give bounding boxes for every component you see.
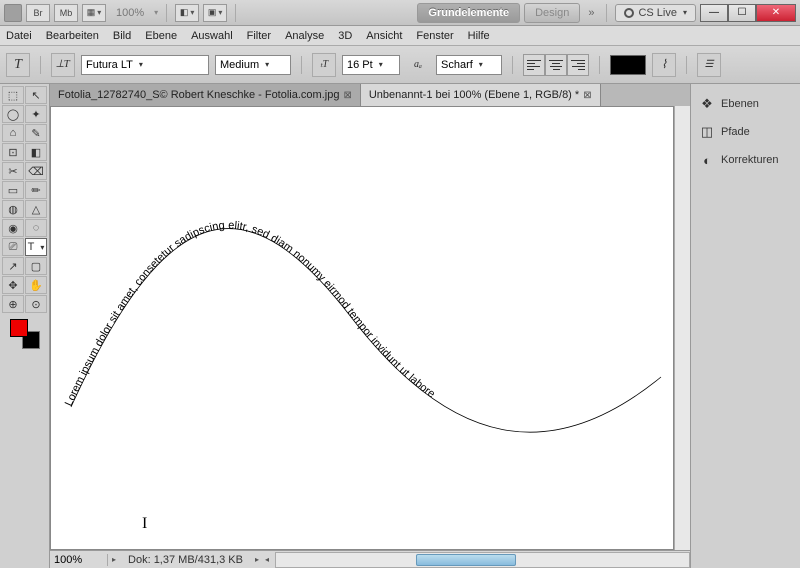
font-size-select[interactable]: 16 Pt (342, 55, 400, 75)
layers-icon: ❖ (699, 96, 715, 112)
bridge-button[interactable]: Br (26, 4, 50, 22)
tool-2[interactable]: ◯ (2, 105, 24, 123)
close-icon[interactable]: ⊠ (583, 90, 591, 101)
tool-6[interactable]: ⊡ (2, 143, 24, 161)
menu-bild[interactable]: Bild (113, 30, 131, 42)
menu-analyse[interactable]: Analyse (285, 30, 324, 42)
warp-button[interactable]: ⌇ (652, 53, 676, 77)
panel-korrekturen[interactable]: ◐Korrekturen (691, 146, 800, 174)
vertical-scrollbar[interactable] (674, 106, 690, 550)
maximize-button[interactable]: ☐ (728, 4, 756, 22)
right-panels: ❖Ebenen ◫Pfade ◐Korrekturen (690, 84, 800, 568)
align-left-button[interactable] (523, 54, 545, 76)
tool-17[interactable]: T (25, 238, 47, 256)
status-docinfo: Dok: 1,37 MB/431,3 KB (120, 554, 251, 566)
orientation-button[interactable]: ⟂T (51, 53, 75, 77)
document-tabs: Fotolia_12782740_S© Robert Kneschke - Fo… (50, 84, 690, 106)
tool-4[interactable]: ⌂ (2, 124, 24, 142)
minibridge-button[interactable]: Mb (54, 4, 78, 22)
options-bar: T ⟂T Futura LT Medium ₜT 16 Pt aₐ Scharf… (0, 46, 800, 84)
fg-color[interactable] (10, 319, 28, 337)
tool-8[interactable]: ✂ (2, 162, 24, 180)
tool-preset-icon[interactable]: T (6, 53, 30, 77)
close-icon[interactable]: ⊠ (343, 90, 351, 101)
menu-3d[interactable]: 3D (338, 30, 352, 42)
menu-bearbeiten[interactable]: Bearbeiten (46, 30, 99, 42)
tool-7[interactable]: ◧ (25, 143, 47, 161)
zoom-level: 100% (116, 7, 144, 19)
antialias-select[interactable]: Scharf (436, 55, 502, 75)
tool-21[interactable]: ✋ (25, 276, 47, 294)
tool-12[interactable]: ◍ (2, 200, 24, 218)
align-center-button[interactable] (545, 54, 567, 76)
tool-20[interactable]: ✥ (2, 276, 24, 294)
character-panel-button[interactable]: ☰ (697, 53, 721, 77)
tool-19[interactable]: ▢ (25, 257, 47, 275)
status-bar: 100% ▸ Dok: 1,37 MB/431,3 KB ▸ ◂ (50, 550, 690, 568)
panel-ebenen[interactable]: ❖Ebenen (691, 90, 800, 118)
canvas[interactable]: Lorem ipsum dolor sit amet, consetetur s… (50, 106, 674, 550)
tool-5[interactable]: ✎ (25, 124, 47, 142)
menu-fenster[interactable]: Fenster (416, 30, 453, 42)
menu-hilfe[interactable]: Hilfe (468, 30, 490, 42)
tab-unbenannt[interactable]: Unbenannt-1 bei 100% (Ebene 1, RGB/8) *⊠ (361, 84, 601, 106)
tool-11[interactable]: ✏ (25, 181, 47, 199)
adjustments-icon: ◐ (699, 152, 715, 168)
app-icon (4, 4, 22, 22)
close-button[interactable]: ✕ (756, 4, 796, 22)
tool-1[interactable]: ↖ (25, 86, 47, 104)
menu-auswahl[interactable]: Auswahl (191, 30, 233, 42)
text-color-swatch[interactable] (610, 55, 646, 75)
panel-pfade[interactable]: ◫Pfade (691, 118, 800, 146)
tool-13[interactable]: △ (25, 200, 47, 218)
menu-datei[interactable]: Datei (6, 30, 32, 42)
tool-18[interactable]: ↗ (2, 257, 24, 275)
fontsize-icon: ₜT (312, 53, 336, 77)
tool-10[interactable]: ▭ (2, 181, 24, 199)
tool-15[interactable]: ◌ (25, 219, 47, 237)
cslive-button[interactable]: CS Live▾ (615, 4, 696, 22)
horizontal-scrollbar[interactable] (275, 552, 690, 568)
tab-fotolia[interactable]: Fotolia_12782740_S© Robert Kneschke - Fo… (50, 84, 361, 106)
aa-icon: aₐ (406, 53, 430, 77)
text-on-path: Lorem ipsum dolor sit amet, consetetur s… (51, 107, 671, 547)
title-bar: Br Mb ▦ 100% ▾ ◧ ▣ Grundelemente Design … (0, 0, 800, 26)
tool-16[interactable]: ⎚ (2, 238, 24, 256)
font-family-select[interactable]: Futura LT (81, 55, 209, 75)
tool-22[interactable]: ⊕ (2, 295, 24, 313)
workspace-design[interactable]: Design (524, 3, 580, 23)
menu-ebene[interactable]: Ebene (145, 30, 177, 42)
tool-9[interactable]: ⌫ (25, 162, 47, 180)
menu-filter[interactable]: Filter (247, 30, 271, 42)
text-cursor-icon: I (142, 515, 147, 533)
minimize-button[interactable]: — (700, 4, 728, 22)
view-extras-dropdown[interactable]: ▦ (82, 4, 106, 22)
tool-23[interactable]: ⊙ (25, 295, 47, 313)
paths-icon: ◫ (699, 124, 715, 140)
workspace-grundelemente[interactable]: Grundelemente (417, 3, 520, 23)
tool-3[interactable]: ✦ (25, 105, 47, 123)
font-weight-select[interactable]: Medium (215, 55, 291, 75)
tool-0[interactable]: ⬚ (2, 86, 24, 104)
svg-text:Lorem ipsum dolor sit amet, co: Lorem ipsum dolor sit amet, consetetur s… (63, 219, 437, 408)
align-right-button[interactable] (567, 54, 589, 76)
screenmode-dropdown[interactable]: ▣ (203, 4, 227, 22)
tool-14[interactable]: ◉ (2, 219, 24, 237)
menu-bar: Datei Bearbeiten Bild Ebene Auswahl Filt… (0, 26, 800, 46)
color-swatches[interactable] (10, 319, 40, 349)
status-zoom[interactable]: 100% (50, 554, 108, 566)
menu-ansicht[interactable]: Ansicht (366, 30, 402, 42)
arrange-dropdown[interactable]: ◧ (175, 4, 199, 22)
toolbox: ⬚↖◯✦⌂✎⊡◧✂⌫▭✏◍△◉◌⎚T↗▢✥✋⊕⊙ (0, 84, 50, 568)
